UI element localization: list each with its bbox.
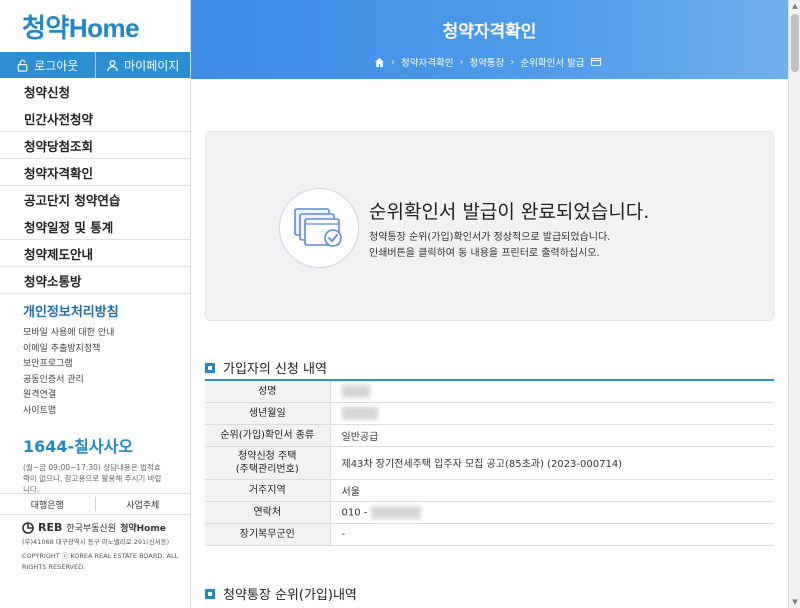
chevron-right-icon: › (510, 56, 515, 68)
business-owner-link[interactable]: 사업주체 (94, 497, 191, 511)
table-row: 거주지역 서울 (205, 479, 774, 502)
row-value: 010 - (330, 501, 774, 524)
call-hours: (월~금 09:00~17:30) 상담내용은 법적효력이 없으니, 참고용으로… (23, 463, 162, 494)
table-row: 청약신청 주택 (주택관리번호) 제43차 장기전세주택 입주자 모집 공고(8… (205, 446, 774, 480)
table-row: 연락처 010 - (205, 501, 774, 524)
phone-number: 1644-칠사사오 (23, 437, 134, 456)
applicant-info-table: 성명 생년월일 순위(가입)확인서 종류 일반공급 청약신청 주택 (주택관리번… (205, 379, 774, 546)
email-policy-link[interactable]: 이메일 추출방지정책 (23, 342, 190, 358)
breadcrumb-item[interactable]: 청약자격확인 (401, 55, 453, 69)
section-heading: 가입자의 신청 내역 (205, 358, 327, 377)
table-row: 생년월일 (205, 402, 774, 425)
scroll-down-icon[interactable]: ▼ (789, 596, 800, 608)
row-label: 생년월일 (205, 402, 331, 425)
certificate-link[interactable]: 공동인증서 관리 (23, 373, 190, 389)
row-label: 성명 (205, 380, 331, 403)
org-name: 한국부동산원 (66, 524, 117, 534)
chevron-right-icon: › (459, 56, 464, 68)
phone-prefix: 010 - (341, 507, 368, 518)
main-menu: 청약신청 민간사전청약 청약당첨조회 청약자격확인 공고단지 청약연습 청약일정… (0, 78, 190, 294)
row-value: 일반공급 (330, 424, 774, 447)
menu-item-apply[interactable]: 청약신청 (0, 78, 190, 105)
site-logo[interactable]: 청약Home (0, 0, 190, 52)
section-heading: 청약통장 순위(가입)내역 (205, 584, 357, 603)
remote-link[interactable]: 원격연결 (23, 388, 190, 404)
footer-copyright: COPYRIGHT ⓒ KOREA REAL ESTATE BOARD. ALL… (22, 552, 179, 571)
footer-brand: 청약Home (120, 524, 166, 534)
row-label: 청약신청 주택 (주택관리번호) (205, 446, 331, 480)
top-buttons: 로그아웃 마이페이지 (0, 52, 190, 78)
menu-item-pre-subscription[interactable]: 민간사전청약 (0, 105, 190, 132)
completion-line: 청약통장 순위(가입)확인서가 정상적으로 발급되었습니다. (369, 232, 611, 243)
vertical-scrollbar[interactable]: ▲ ▼ (788, 0, 800, 608)
footer: REB 한국부동산원 청약Home (우)41068 대구광역시 동구 이노밸리… (22, 521, 187, 573)
logout-button[interactable]: 로그아웃 (0, 52, 95, 78)
mypage-label: 마이페이지 (124, 58, 180, 73)
user-icon (107, 59, 118, 71)
masked-name (341, 384, 370, 398)
reb-logo-icon (22, 521, 34, 534)
sidebar: 청약Home 로그아웃 마이페이지 청약신청 민간사전청약 청약당첨조회 청약자… (0, 0, 191, 608)
row-label: 순위(가입)확인서 종류 (205, 424, 331, 447)
square-bullet-icon (205, 362, 215, 373)
table-row: 순위(가입)확인서 종류 일반공급 (205, 424, 774, 447)
row-value: 제43차 장기전세주택 입주자 모집 공고(85초과) (2023-000714… (330, 446, 774, 480)
row-label: 거주지역 (205, 479, 331, 502)
breadcrumb-item[interactable]: 청약통장 (469, 55, 504, 69)
call-center: 1644-칠사사오 (월~금 09:00~17:30) 상담내용은 법적효력이 … (0, 419, 190, 495)
completion-title: 순위확인서 발급이 완료되었습니다. (369, 201, 650, 223)
row-value: - (330, 523, 774, 546)
lock-icon (17, 59, 28, 72)
scroll-thumb[interactable] (791, 14, 799, 72)
page-title: 청약자격확인 (442, 22, 537, 42)
window-icon (590, 58, 601, 66)
main-content: 순위확인서 발급이 완료되었습니다. 청약통장 순위(가입)확인서가 정상적으로… (191, 79, 788, 608)
bank-links: 대행은행 사업주체 (0, 493, 190, 515)
breadcrumb-item-current: 순위확인서 발급 (520, 58, 585, 69)
completion-line: 인쇄버튼을 클릭하여 동 내용을 프린터로 출력하십시오. (369, 248, 600, 259)
mobile-guide-link[interactable]: 모바일 사용에 대한 안내 (23, 326, 190, 342)
breadcrumb: › 청약자격확인 › 청약통장 › 순위확인서 발급 (374, 55, 601, 69)
footer-address: (우)41068 대구광역시 동구 이노밸리로 291(신서동) (22, 538, 170, 546)
masked-birthdate (341, 406, 378, 420)
logo-text: 청약Home (22, 12, 140, 43)
security-program-link[interactable]: 보안프로그램 (23, 357, 190, 373)
agent-bank-link[interactable]: 대행은행 (0, 494, 95, 514)
row-label: 연락처 (205, 501, 331, 524)
scroll-up-icon[interactable]: ▲ (789, 0, 800, 12)
menu-item-eligibility[interactable]: 청약자격확인 (0, 159, 190, 186)
completion-description: 청약통장 순위(가입)확인서가 정상적으로 발급되었습니다. 인쇄버튼을 클릭하… (369, 230, 610, 262)
section-title: 가입자의 신청 내역 (223, 362, 327, 377)
menu-item-winning-check[interactable]: 청약당첨조회 (0, 132, 190, 159)
row-label: 장기복무군인 (205, 523, 331, 546)
menu-item-schedule[interactable]: 청약일정 및 통계 (0, 213, 190, 240)
menu-item-community[interactable]: 청약소통방 (0, 267, 190, 294)
mypage-button[interactable]: 마이페이지 (94, 52, 191, 78)
menu-item-guide[interactable]: 청약제도안내 (0, 240, 190, 267)
privacy-section: 개인정보처리방침 모바일 사용에 대한 안내 이메일 추출방지정책 보안프로그램… (0, 294, 190, 419)
reb-label: REB (38, 521, 63, 534)
table-row: 장기복무군인 - (205, 523, 774, 546)
row-value (330, 402, 774, 425)
row-value: 서울 (330, 479, 774, 502)
completion-panel: 순위확인서 발급이 완료되었습니다. 청약통장 순위(가입)확인서가 정상적으로… (205, 131, 774, 321)
privacy-policy-link[interactable]: 개인정보처리방침 (23, 301, 190, 320)
page-header: 청약자격확인 › 청약자격확인 › 청약통장 › 순위확인서 발급 (191, 0, 788, 79)
sitemap-link[interactable]: 사이트맵 (23, 404, 190, 420)
home-icon[interactable] (374, 57, 385, 68)
chevron-right-icon: › (391, 56, 395, 68)
menu-item-practice[interactable]: 공고단지 청약연습 (0, 186, 190, 213)
square-bullet-icon (205, 588, 215, 599)
section-title: 청약통장 순위(가입)내역 (223, 588, 357, 603)
document-check-icon (279, 188, 359, 268)
masked-phone (370, 505, 421, 519)
table-row: 성명 (205, 380, 774, 403)
logout-label: 로그아웃 (34, 58, 79, 73)
row-value (330, 380, 774, 403)
